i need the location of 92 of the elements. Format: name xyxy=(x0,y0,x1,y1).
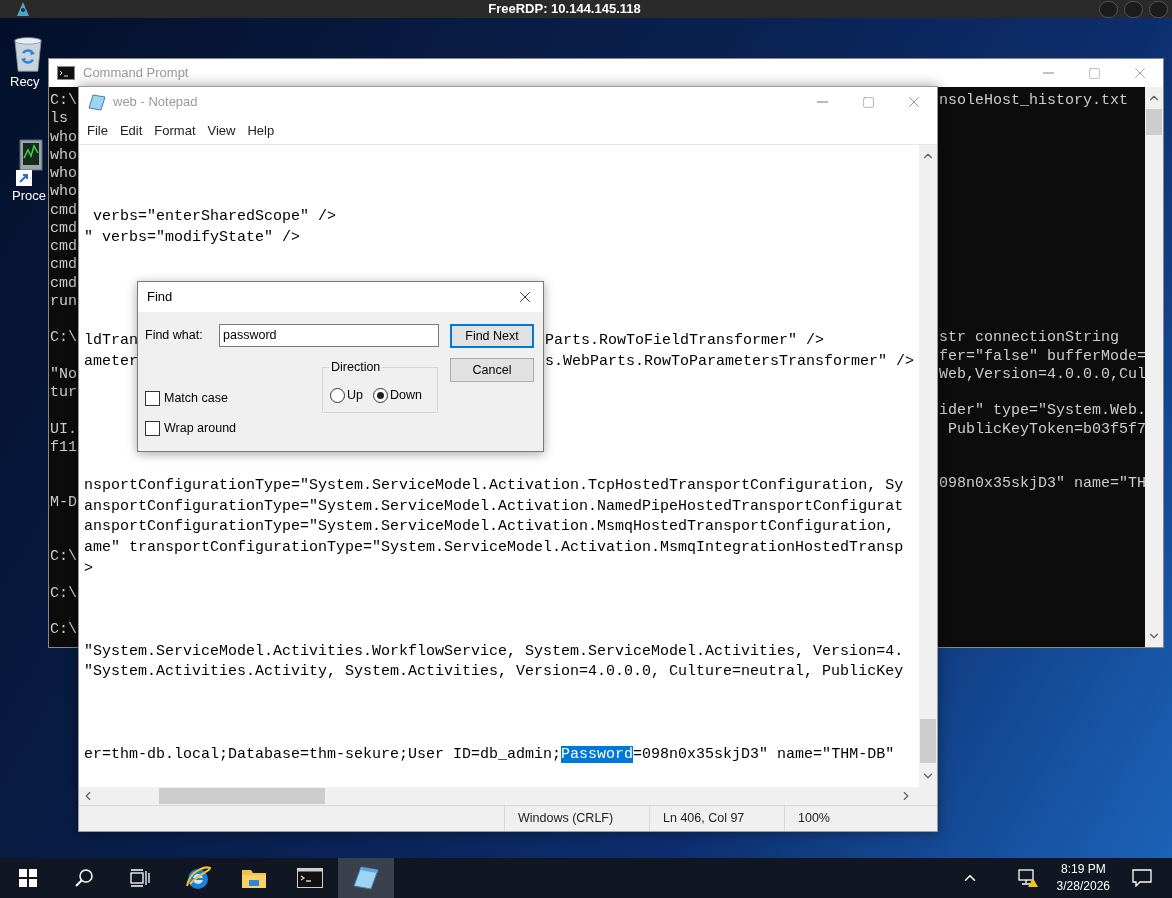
menu-item[interactable]: Help xyxy=(241,120,281,141)
console-text: C:\ xyxy=(50,548,77,566)
notepad-icon xyxy=(353,866,379,890)
console-text: C:\ xyxy=(50,92,77,109)
notification-icon[interactable] xyxy=(1132,869,1152,887)
task-view-icon xyxy=(130,869,150,887)
console-text: C:\ xyxy=(50,329,77,347)
dialog-title: Find xyxy=(147,288,174,307)
radio-button[interactable] xyxy=(330,387,345,403)
notepad-icon xyxy=(88,93,106,111)
text-line: ame" transportConfigurationType="System.ServiceModel.Activation.MsmqIntegrationHostedTransp xyxy=(84,538,904,559)
text-line: > xyxy=(84,558,93,579)
search-field[interactable]: password xyxy=(219,324,439,347)
find-next-button[interactable]: Find Next xyxy=(450,324,534,348)
network-warning-icon[interactable] xyxy=(1016,868,1039,888)
scrollbar[interactable] xyxy=(919,145,937,787)
search-icon xyxy=(74,868,94,888)
field-label: Find what: xyxy=(145,327,204,345)
console-text: who xyxy=(50,165,77,182)
scrollbar[interactable] xyxy=(79,787,919,805)
menu-item[interactable]: Edit xyxy=(113,120,149,141)
console-text: who xyxy=(50,183,77,201)
status-field: Windows (CRLF) xyxy=(504,806,649,831)
menu-item[interactable]: Format xyxy=(148,120,202,141)
console-text: tur xyxy=(50,384,77,401)
status-field: Ln 406, Col 97 xyxy=(649,806,784,831)
text-line: "System.ServiceModel.Activities.WorkflowService, System.ServiceModel.Activities, Version=4. xyxy=(84,641,904,662)
console-text: cmd xyxy=(50,274,77,292)
cancel-button[interactable]: Cancel xyxy=(450,358,534,382)
clock-time[interactable]: 8:19 PM xyxy=(1060,861,1106,878)
text-line: ldTran xyxy=(84,332,138,350)
desktop-icon-label[interactable]: Recy xyxy=(10,74,40,90)
console-text: 098n0x35skjD3" name="TH xyxy=(939,475,1145,494)
console-text: cmd xyxy=(50,238,77,255)
console-text: ls xyxy=(50,110,68,128)
scroll-thumb[interactable] xyxy=(1146,109,1162,135)
clock-date[interactable]: 3/28/2026 xyxy=(1056,878,1110,895)
text-line: "System.Activities.Activity, System.Activities, Version=4.0.0.0, Culture=neutral, PublicKey xyxy=(84,662,904,683)
text-line: s.WebParts.RowToParametersTransformer" /> xyxy=(545,351,915,372)
console-text: M-D xyxy=(50,493,77,511)
radio-label[interactable]: Down xyxy=(390,385,422,405)
menu-item[interactable]: View xyxy=(201,120,242,141)
console-text: who xyxy=(50,146,77,164)
windows-logo-icon xyxy=(19,869,37,887)
console-text: cmd xyxy=(50,256,77,274)
minimize-icon xyxy=(816,101,828,103)
console-text: "No xyxy=(50,365,77,383)
console-app-icon xyxy=(57,66,75,80)
checkbox[interactable] xyxy=(145,420,160,436)
console-text: str connectionString xyxy=(939,329,1120,348)
console-text: UI. xyxy=(50,420,77,438)
console-text: PublicKeyToken=b03f5f7 xyxy=(947,420,1145,439)
minimize-icon xyxy=(1042,72,1054,74)
text-line: ameter xyxy=(84,352,138,370)
status-field: 100% xyxy=(784,806,937,831)
maximize-icon xyxy=(861,95,875,109)
text-line: verbs="enterSharedScope" /> xyxy=(92,207,337,228)
window-title: Command Prompt xyxy=(83,64,190,83)
console-text: C:\ xyxy=(50,621,77,639)
menu-item[interactable]: File xyxy=(81,120,114,141)
text-line: " verbs="modifyState" /> xyxy=(84,227,301,248)
checkbox[interactable] xyxy=(145,390,160,406)
console-text: cmd xyxy=(50,201,77,219)
text-line: nsportConfigurationType="System.ServiceModel.Activation.TcpHostedTransportConfiguration, Sy xyxy=(84,476,904,496)
maximize-icon xyxy=(1087,66,1101,80)
window-title: web - Notepad xyxy=(113,93,199,112)
console-text: cmd xyxy=(50,219,77,237)
console-text: C:\ xyxy=(50,584,77,602)
scroll-thumb[interactable] xyxy=(920,719,936,763)
console-text: f11 xyxy=(50,438,77,456)
checkbox-label[interactable]: Wrap around xyxy=(164,418,237,438)
monitor-graph-icon[interactable] xyxy=(14,138,44,188)
console-text: Web,Version=4.0.0.0,Cul xyxy=(939,365,1145,384)
desktop-icon-label[interactable]: Proce xyxy=(12,188,46,204)
scrollbar[interactable] xyxy=(1145,87,1163,647)
radio-button[interactable] xyxy=(373,387,388,403)
taskbar-button[interactable] xyxy=(338,858,394,898)
terminal-icon xyxy=(297,868,323,888)
console-text: run xyxy=(50,292,77,310)
console-text: ider" type="System.Web. xyxy=(939,402,1145,421)
console-text: who xyxy=(50,128,77,146)
text-line: Parts.RowToFieldTransformer" /> xyxy=(545,331,825,352)
text-line: ansportConfigurationType="System.ServiceModel.Activation.MsmqHostedTransportConfiguration, xyxy=(84,517,895,538)
window-title: FreeRDP: 10.144.145.118 xyxy=(488,0,641,19)
folder-icon xyxy=(241,867,267,889)
console-text: fer="false" bufferMode= xyxy=(939,347,1145,366)
text-line: ansportConfigurationType="System.ServiceModel.Activation.NamedPipeHostedTransportConfigurat xyxy=(84,496,904,517)
radio-label[interactable]: Up xyxy=(347,385,363,405)
browser-icon xyxy=(184,864,212,892)
console-text: nsoleHost_history.txt xyxy=(939,92,1129,111)
scroll-thumb[interactable] xyxy=(159,788,325,804)
checkbox-label[interactable]: Match case xyxy=(164,389,228,408)
